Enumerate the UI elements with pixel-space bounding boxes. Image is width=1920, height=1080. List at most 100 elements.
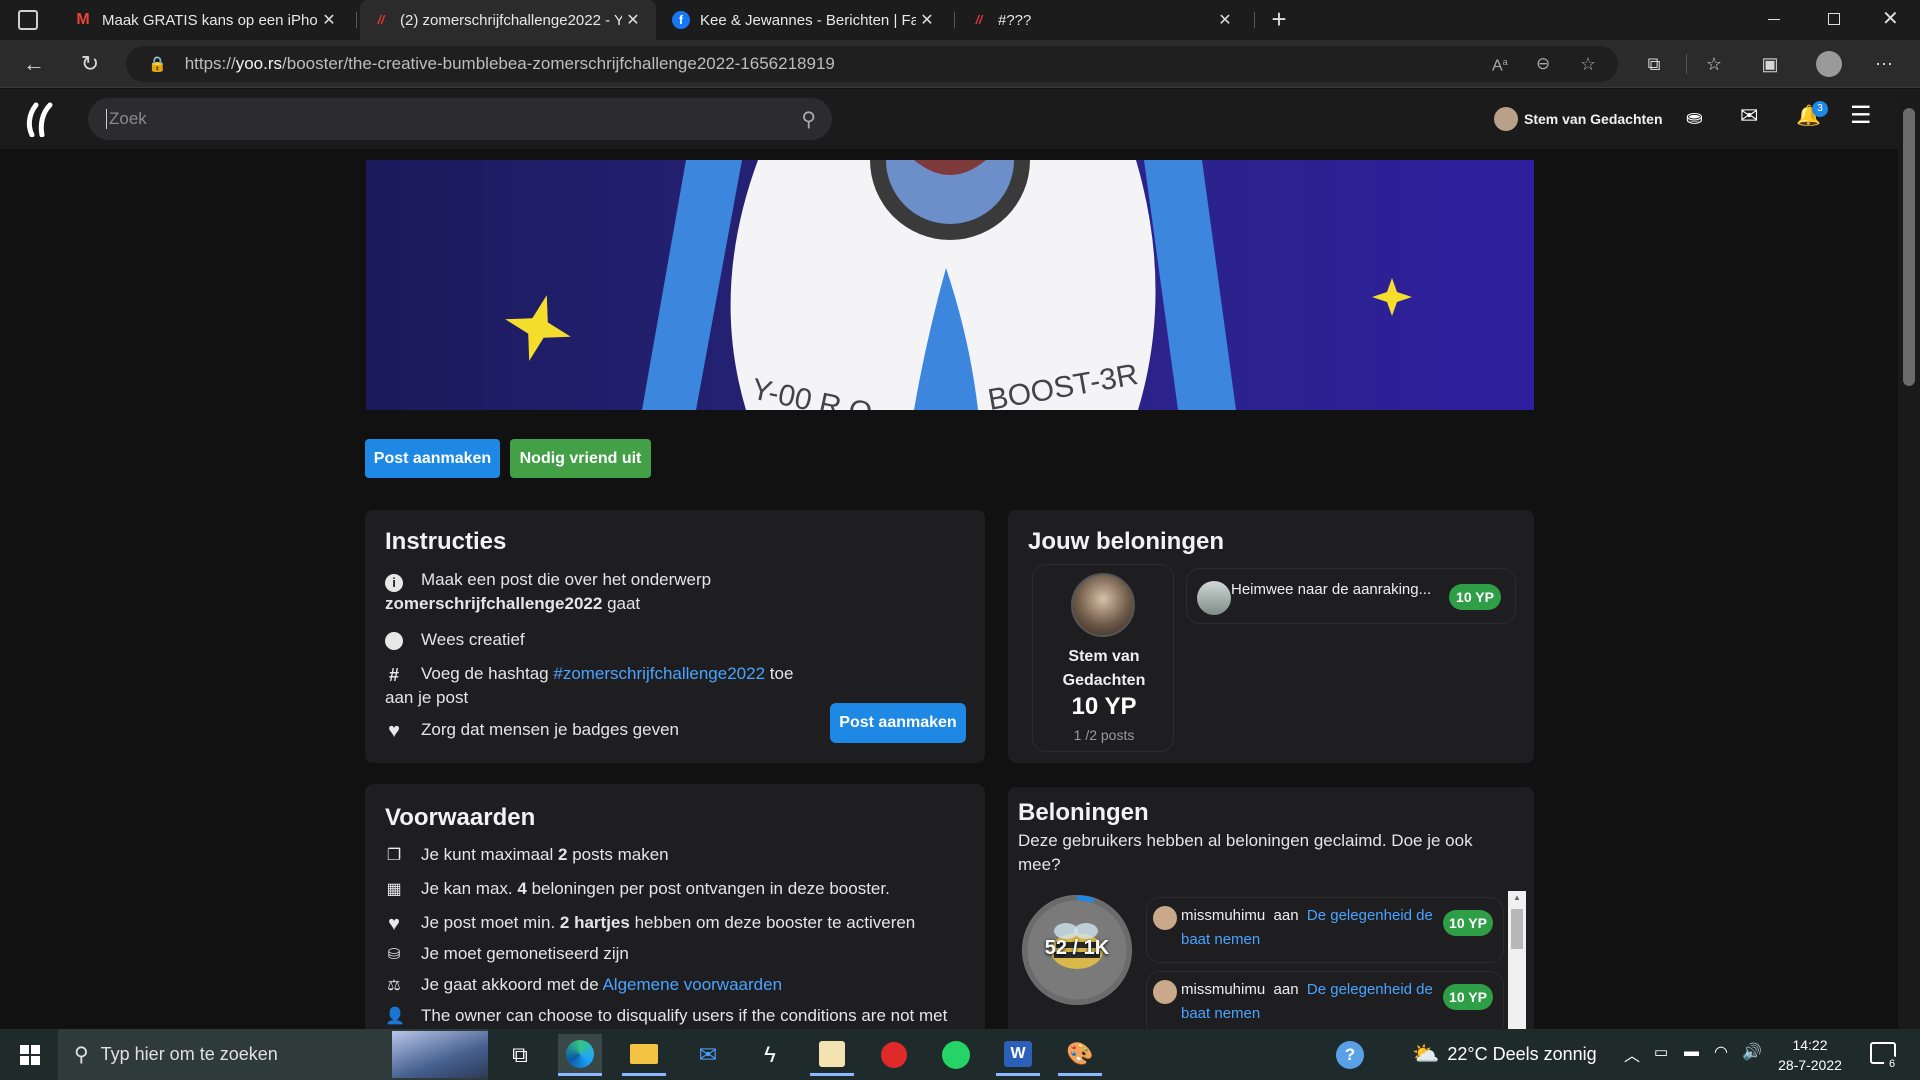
claim-post-link[interactable]: baat nemen bbox=[1181, 1005, 1260, 1022]
tab-actions-icon[interactable] bbox=[18, 10, 38, 30]
red-app-icon[interactable] bbox=[872, 1034, 916, 1076]
claim-post-link[interactable]: De gelegenheid de bbox=[1307, 981, 1433, 998]
hashtag-link[interactable]: #zomerschrijfchallenge2022 bbox=[553, 664, 765, 683]
user-avatar bbox=[1071, 573, 1135, 637]
copy-icon: ❐ bbox=[386, 847, 402, 864]
windows-start-icon[interactable] bbox=[20, 1045, 40, 1065]
edge-icon[interactable] bbox=[558, 1034, 602, 1076]
claim-post-link[interactable]: De gelegenheid de bbox=[1307, 907, 1433, 924]
weather-text: 22°C Deels zonnig bbox=[1447, 1043, 1597, 1064]
yp-badge: 10 YP bbox=[1443, 910, 1493, 936]
minimize-icon[interactable] bbox=[1768, 19, 1780, 20]
reload-icon[interactable]: ↻ bbox=[72, 40, 108, 88]
address-bar[interactable]: 🔒 https://yoo.rs/booster/the-creative-bu… bbox=[126, 46, 1618, 82]
yp-badge: 10 YP bbox=[1449, 584, 1501, 610]
user-avatar bbox=[1153, 980, 1177, 1004]
tray-chevron-icon[interactable]: ︿ bbox=[1624, 1042, 1640, 1066]
folder-shape bbox=[630, 1043, 658, 1064]
read-aloud-icon[interactable]: Aₐ bbox=[1492, 52, 1508, 75]
security-app-icon[interactable] bbox=[810, 1034, 854, 1076]
binoculars-icon[interactable]: ⛂ bbox=[1686, 105, 1703, 130]
post-create-button-card[interactable]: Post aanmaken bbox=[830, 703, 966, 743]
claim-item[interactable]: missmuhimu aan De gelegenheid de baat ne… bbox=[1146, 897, 1504, 963]
yoors-icon: // bbox=[975, 13, 983, 27]
claims-scrollbar[interactable]: ▲ bbox=[1508, 891, 1526, 1029]
volume-icon[interactable]: 🔊 bbox=[1742, 1042, 1762, 1062]
app-bolt-icon[interactable]: ϟ bbox=[748, 1034, 792, 1076]
post-create-button[interactable]: Post aanmaken bbox=[365, 439, 500, 478]
my-reward-item[interactable]: Heimwee naar de aanraking... 10 YP bbox=[1186, 568, 1516, 624]
close-tab-icon[interactable]: ✕ bbox=[916, 10, 938, 30]
terms-link[interactable]: Algemene voorwaarden bbox=[602, 975, 782, 994]
profile-avatar[interactable] bbox=[1816, 51, 1842, 77]
claim-user[interactable]: missmuhimu bbox=[1181, 981, 1265, 998]
url-path: /booster/the-creative-bumblebea-zomersch… bbox=[282, 54, 835, 73]
file-explorer-icon[interactable] bbox=[622, 1034, 666, 1076]
condition-monetized: Je moet gemonetiseerd zijn bbox=[421, 944, 629, 963]
all-rewards-card: Beloningen Deze gebruikers hebben al bel… bbox=[1008, 787, 1534, 1029]
claim-user[interactable]: missmuhimu bbox=[1181, 907, 1265, 924]
mail-icon[interactable]: ✉ bbox=[1740, 103, 1758, 129]
wifi-icon[interactable]: ◠ bbox=[1714, 1042, 1728, 1062]
page-scrollbar-thumb[interactable] bbox=[1903, 108, 1915, 386]
yoors-icon: // bbox=[377, 13, 385, 27]
favorites-icon[interactable]: ☆ bbox=[1696, 40, 1732, 88]
task-view-icon[interactable]: ⧉ bbox=[498, 1034, 542, 1076]
yoors-logo[interactable] bbox=[22, 101, 58, 138]
close-tab-icon[interactable]: ✕ bbox=[1214, 10, 1236, 30]
tab-yoors-active[interactable]: // (2) zomerschrijfchallenge2022 - Y ✕ bbox=[360, 0, 656, 40]
close-tab-icon[interactable]: ✕ bbox=[318, 10, 340, 30]
paint-app-icon[interactable]: 🎨 bbox=[1058, 1034, 1102, 1076]
new-tab-icon[interactable]: + bbox=[1264, 4, 1294, 36]
close-window-icon[interactable]: ✕ bbox=[1882, 6, 1899, 31]
favorite-add-icon[interactable]: ☆ bbox=[1580, 54, 1596, 75]
mail-app-icon[interactable]: ✉ bbox=[686, 1034, 730, 1076]
search-icon[interactable]: ⚲ bbox=[801, 107, 816, 132]
collections-icon[interactable]: ▣ bbox=[1752, 40, 1788, 88]
tab-hashtag[interactable]: // #??? ✕ bbox=[958, 0, 1248, 40]
search-input[interactable]: Zoek ⚲ bbox=[88, 98, 832, 140]
coins-icon: ⛁ bbox=[387, 946, 401, 963]
claim-post-link[interactable]: baat nemen bbox=[1181, 931, 1260, 948]
my-rewards-card: Jouw beloningen Stem van Gedachten 10 YP… bbox=[1008, 510, 1534, 763]
meet-now-icon[interactable]: ▭ bbox=[1654, 1043, 1668, 1061]
tab-divider bbox=[954, 12, 955, 28]
claim-item[interactable]: missmuhimu aan De gelegenheid de baat ne… bbox=[1146, 971, 1504, 1029]
help-icon[interactable]: ? bbox=[1328, 1034, 1372, 1076]
hamburger-menu-icon[interactable]: ☰ bbox=[1850, 101, 1872, 130]
battery-icon[interactable]: ▬ bbox=[1684, 1043, 1699, 1060]
user-menu[interactable]: Stem van Gedachten bbox=[1494, 107, 1663, 131]
tab-title: (2) zomerschrijfchallenge2022 - Y bbox=[400, 11, 622, 29]
edge-logo bbox=[566, 1039, 594, 1068]
zoom-icon[interactable]: ⊖ bbox=[1536, 54, 1550, 74]
tab-gmail[interactable]: M Maak GRATIS kans op een iPhone ✕ bbox=[62, 0, 352, 40]
browser-toolbar: ← ↻ 🔒 https://yoo.rs/booster/the-creativ… bbox=[0, 40, 1920, 88]
restore-icon[interactable] bbox=[1828, 13, 1840, 25]
instruction-hashtag: Voeg de hashtag #zomerschrijfchallenge20… bbox=[385, 664, 794, 707]
my-reward-user-card: Stem van Gedachten 10 YP 1 /2 posts bbox=[1032, 564, 1174, 752]
invite-friend-button[interactable]: Nodig vriend uit bbox=[510, 439, 651, 478]
heart-icon: ♥ bbox=[388, 913, 400, 935]
tab-title: Kee & Jewannes - Berichten | Face bbox=[700, 11, 916, 29]
back-icon[interactable]: ← bbox=[16, 40, 52, 88]
clock[interactable]: 14:22 28-7-2022 bbox=[1774, 1035, 1846, 1075]
whatsapp-icon[interactable] bbox=[934, 1034, 978, 1076]
claims-scrollbar-thumb[interactable] bbox=[1511, 909, 1523, 949]
condition-min-hearts: Je post moet min. 2 hartjes hebben om de… bbox=[421, 913, 916, 932]
extensions-icon[interactable]: ⧉ bbox=[1636, 40, 1672, 88]
heart-icon: ♥ bbox=[388, 720, 400, 742]
scroll-up-icon[interactable]: ▲ bbox=[1513, 893, 1521, 902]
weather-widget[interactable]: ⛅ 22°C Deels zonnig bbox=[1412, 1041, 1597, 1067]
post-thumbnail bbox=[1197, 581, 1231, 615]
word-icon[interactable]: W bbox=[996, 1034, 1040, 1076]
calendar-icon: ▦ bbox=[386, 881, 402, 898]
claim-text: missmuhimu aan De gelegenheid de baat ne… bbox=[1181, 907, 1433, 948]
toolbar-divider bbox=[1686, 54, 1687, 74]
close-tab-icon[interactable]: ✕ bbox=[622, 10, 644, 30]
notification-badge: 3 bbox=[1812, 101, 1828, 117]
more-options-icon[interactable]: ⋯ bbox=[1866, 40, 1902, 88]
user-name: Stem van Gedachten bbox=[1524, 111, 1663, 127]
taskbar-search[interactable]: ⚲ Typ hier om te zoeken bbox=[58, 1029, 488, 1080]
claim-text: missmuhimu aan De gelegenheid de baat ne… bbox=[1181, 981, 1433, 1022]
tab-facebook[interactable]: f Kee & Jewannes - Berichten | Face ✕ bbox=[660, 0, 950, 40]
